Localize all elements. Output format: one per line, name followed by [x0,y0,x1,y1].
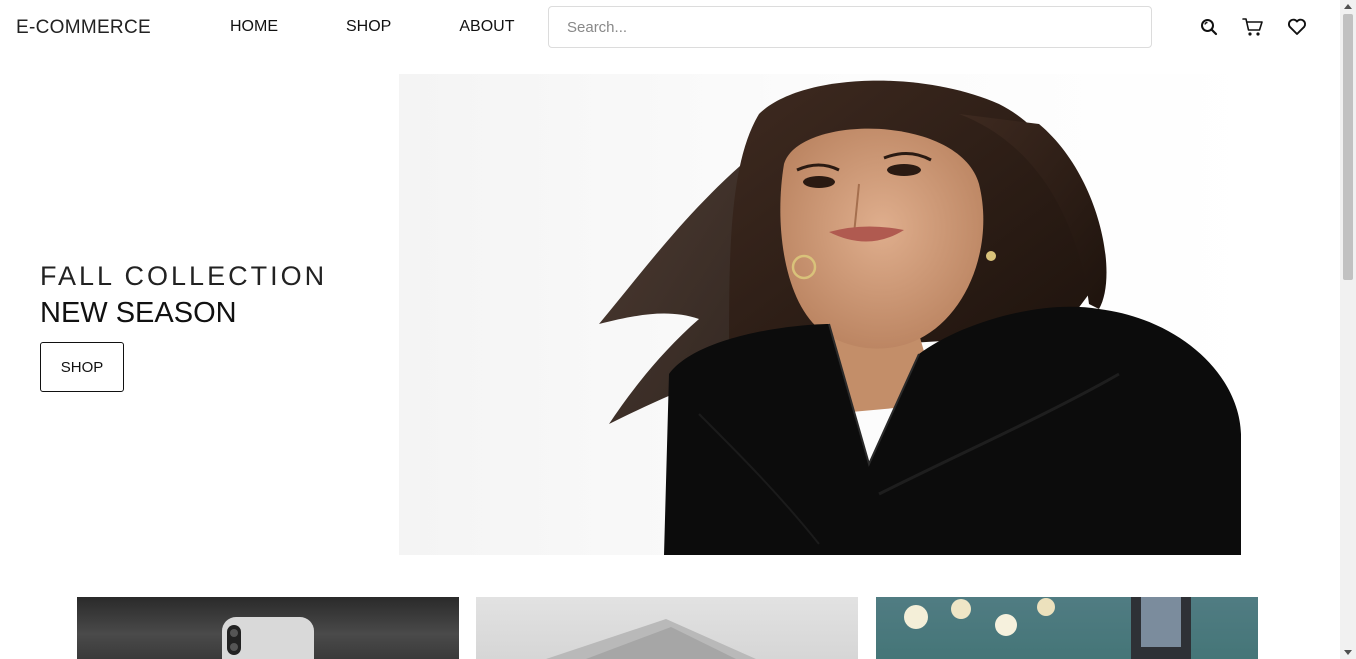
search-icon[interactable] [1198,16,1220,38]
hero-model-image [399,74,1259,555]
top-navbar: E-COMMERCE HOME SHOP ABOUT [0,0,1340,56]
cart-icon[interactable] [1242,16,1264,38]
scroll-up-arrow-icon[interactable] [1344,4,1352,9]
search-input[interactable] [565,17,1135,37]
scroll-thumb[interactable] [1343,14,1353,280]
page: E-COMMERCE HOME SHOP ABOUT Search... FAL… [0,0,1356,659]
phone-product-image[interactable] [77,597,459,659]
nav-shop-link[interactable]: SHOP [346,18,391,36]
main-nav: HOME SHOP ABOUT [230,18,582,36]
laptop-product-image[interactable] [476,597,858,659]
site-logo[interactable]: E-COMMERCE [16,17,151,39]
nav-about-link[interactable]: ABOUT [459,18,514,36]
nav-home-link[interactable]: HOME [230,18,278,36]
scroll-down-arrow-icon[interactable] [1344,650,1352,655]
hero-shop-button[interactable]: SHOP [40,342,124,392]
perfume-product-image[interactable] [876,597,1258,659]
product-cards [77,597,1276,659]
hero-banner: FALL COLLECTION NEW SEASON SHOP [0,56,1340,556]
page-scrollbar[interactable] [1340,0,1356,659]
hero-title: NEW SEASON [40,297,237,329]
search-box [548,6,1152,48]
heart-icon[interactable] [1286,16,1308,38]
hero-subtitle: FALL COLLECTION [40,261,328,291]
hero-text: FALL COLLECTION NEW SEASON [40,261,327,329]
